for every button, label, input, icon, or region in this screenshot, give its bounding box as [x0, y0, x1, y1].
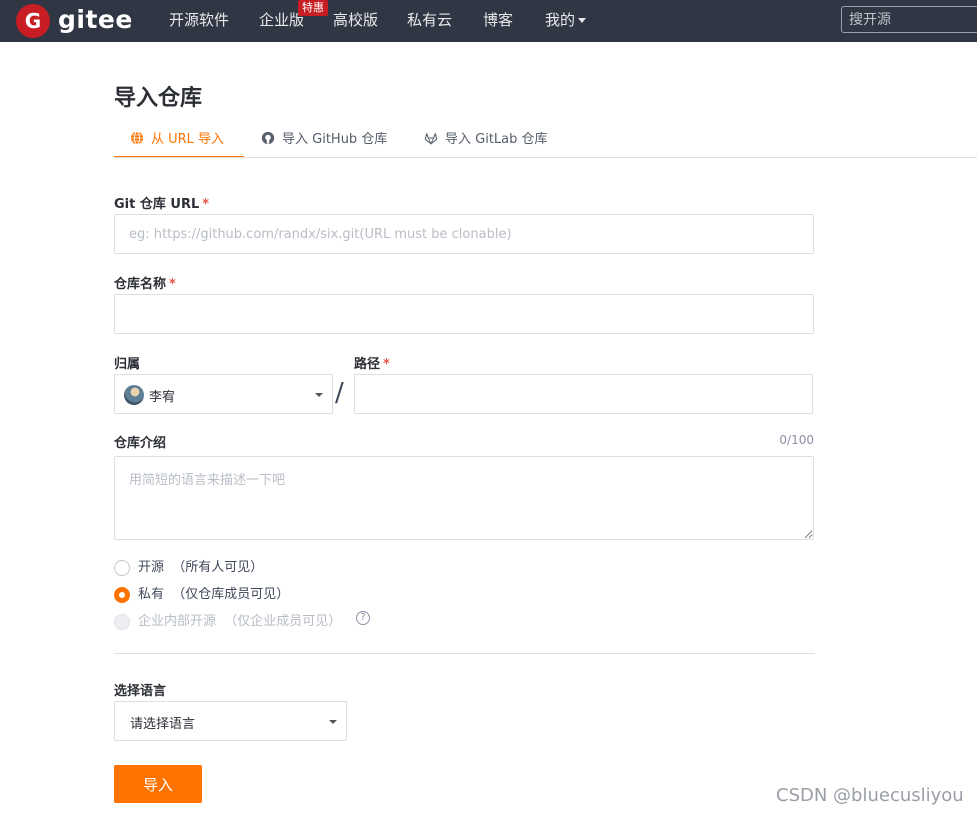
- nav-item-mine[interactable]: 我的: [545, 0, 587, 42]
- required-mark: *: [383, 357, 390, 372]
- radio-public[interactable]: [114, 560, 130, 576]
- brand-name[interactable]: gitee: [58, 4, 133, 36]
- repo-name-label: 仓库名称 *: [114, 273, 176, 292]
- gitee-logo-icon[interactable]: G: [16, 4, 50, 38]
- section-divider: [114, 653, 815, 654]
- description-textarea[interactable]: [114, 456, 814, 540]
- path-label-text: 路径: [354, 357, 381, 372]
- logo-letter: G: [24, 9, 42, 33]
- top-nav: G gitee 开源软件 企业版 特惠 高校版 私有云 博客 我的: [0, 0, 977, 42]
- required-mark: *: [169, 277, 176, 292]
- tab-label: 导入 GitLab 仓库: [445, 132, 548, 147]
- globe-icon: [130, 131, 144, 145]
- github-icon: [261, 131, 275, 145]
- radio-private-label: 私有 （仅仓库成员可见）: [138, 587, 290, 602]
- required-mark: *: [202, 197, 210, 212]
- tab-github-import[interactable]: 导入 GitHub 仓库: [261, 128, 387, 158]
- git-url-input[interactable]: [114, 214, 814, 254]
- nav-item-education[interactable]: 高校版: [333, 0, 378, 42]
- nav-item-mine-label: 我的: [545, 11, 576, 29]
- help-icon[interactable]: ?: [356, 611, 370, 625]
- path-input[interactable]: [354, 374, 813, 414]
- language-select[interactable]: 请选择语言: [114, 701, 347, 741]
- tab-label: 从 URL 导入: [151, 132, 225, 147]
- tab-gitlab-import[interactable]: 导入 GitLab 仓库: [424, 128, 548, 158]
- owner-name: 李宥: [149, 390, 176, 405]
- import-button[interactable]: 导入: [114, 765, 202, 803]
- caret-down-icon: [315, 393, 323, 397]
- path-label: 路径 *: [354, 353, 390, 372]
- repo-name-label-text: 仓库名称: [114, 277, 167, 292]
- avatar: [124, 385, 144, 405]
- radio-private[interactable]: [114, 587, 130, 603]
- radio-internal-label: 企业内部开源 （仅企业成员可见）: [138, 614, 342, 629]
- gitlab-icon: [424, 133, 438, 145]
- radio-internal: [114, 614, 130, 630]
- nav-item-blog[interactable]: 博客: [483, 0, 513, 42]
- repo-name-input[interactable]: [114, 294, 814, 334]
- description-counter: 0/100: [779, 433, 814, 447]
- watermark: CSDN @bluecusliyou: [776, 785, 964, 806]
- path-separator: /: [335, 378, 344, 408]
- chevron-down-icon: [578, 18, 587, 23]
- owner-label: 归属: [114, 357, 141, 372]
- git-url-label-text: Git 仓库 URL: [114, 197, 200, 212]
- page-title: 导入仓库: [114, 86, 203, 111]
- git-url-label: Git 仓库 URL *: [114, 193, 209, 212]
- language-select-value: 请选择语言: [130, 717, 196, 732]
- tab-url-import[interactable]: 从 URL 导入: [114, 128, 244, 158]
- owner-select[interactable]: 李宥: [114, 374, 333, 414]
- promo-badge: 特惠: [298, 0, 328, 16]
- description-label: 仓库介绍: [114, 436, 167, 451]
- nav-item-private-cloud[interactable]: 私有云: [407, 0, 452, 42]
- language-label: 选择语言: [114, 684, 167, 699]
- search-input[interactable]: [841, 6, 977, 33]
- tab-label: 导入 GitHub 仓库: [282, 132, 388, 147]
- radio-public-label: 开源 （所有人可见）: [138, 560, 264, 575]
- tabs-divider: [114, 157, 977, 158]
- caret-down-icon: [329, 720, 337, 724]
- nav-item-open-source[interactable]: 开源软件: [169, 0, 229, 42]
